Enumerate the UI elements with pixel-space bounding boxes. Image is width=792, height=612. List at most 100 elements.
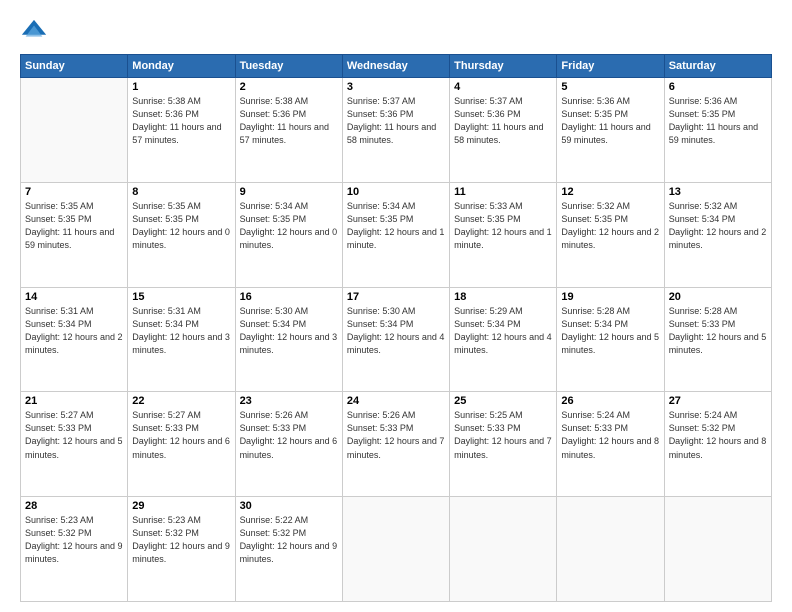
calendar-cell xyxy=(342,497,449,602)
day-number: 28 xyxy=(25,500,123,512)
day-info: Sunrise: 5:27 AMSunset: 5:33 PMDaylight:… xyxy=(25,409,123,461)
day-number: 16 xyxy=(240,291,338,303)
calendar-week-row: 1 Sunrise: 5:38 AMSunset: 5:36 PMDaylight… xyxy=(21,78,772,183)
calendar-cell: 19 Sunrise: 5:28 AMSunset: 5:34 PMDayligh… xyxy=(557,287,664,392)
calendar-cell: 16 Sunrise: 5:30 AMSunset: 5:34 PMDayligh… xyxy=(235,287,342,392)
calendar-cell: 7Sunrise: 5:35 AMSunset: 5:35 PMDaylight… xyxy=(21,182,128,287)
day-number: 5 xyxy=(561,81,659,93)
calendar-week-row: 14 Sunrise: 5:31 AMSunset: 5:34 PMDayligh… xyxy=(21,287,772,392)
calendar-cell: 25 Sunrise: 5:25 AMSunset: 5:33 PMDayligh… xyxy=(450,392,557,497)
weekday-header: Wednesday xyxy=(342,55,449,78)
day-info: Sunrise: 5:31 AMSunset: 5:34 PMDaylight:… xyxy=(132,305,230,357)
day-number: 17 xyxy=(347,291,445,303)
day-number: 8 xyxy=(132,186,230,198)
day-number: 6 xyxy=(669,81,767,93)
day-info: Sunrise: 5:24 AMSunset: 5:33 PMDaylight:… xyxy=(561,409,659,461)
day-number: 27 xyxy=(669,395,767,407)
page: SundayMondayTuesdayWednesdayThursdayFrid… xyxy=(0,0,792,612)
day-info: Sunrise: 5:36 AMSunset: 5:35 PMDaylight:… xyxy=(669,95,767,147)
calendar-cell xyxy=(664,497,771,602)
day-number: 2 xyxy=(240,81,338,93)
day-number: 23 xyxy=(240,395,338,407)
day-number: 19 xyxy=(561,291,659,303)
calendar-header-row: SundayMondayTuesdayWednesdayThursdayFrid… xyxy=(21,55,772,78)
day-number: 26 xyxy=(561,395,659,407)
day-number: 11 xyxy=(454,186,552,198)
weekday-header: Saturday xyxy=(664,55,771,78)
day-number: 30 xyxy=(240,500,338,512)
calendar-cell: 15 Sunrise: 5:31 AMSunset: 5:34 PMDayligh… xyxy=(128,287,235,392)
calendar-cell: 11Sunrise: 5:33 AMSunset: 5:35 PMDayligh… xyxy=(450,182,557,287)
day-info: Sunrise: 5:23 AMSunset: 5:32 PMDaylight:… xyxy=(25,514,123,566)
logo-icon xyxy=(20,18,48,46)
calendar-cell: 12Sunrise: 5:32 AMSunset: 5:35 PMDayligh… xyxy=(557,182,664,287)
day-number: 9 xyxy=(240,186,338,198)
day-number: 4 xyxy=(454,81,552,93)
calendar-cell: 26 Sunrise: 5:24 AMSunset: 5:33 PMDayligh… xyxy=(557,392,664,497)
calendar-cell: 28 Sunrise: 5:23 AMSunset: 5:32 PMDayligh… xyxy=(21,497,128,602)
day-number: 12 xyxy=(561,186,659,198)
calendar-week-row: 28 Sunrise: 5:23 AMSunset: 5:32 PMDayligh… xyxy=(21,497,772,602)
day-info: Sunrise: 5:38 AMSunset: 5:36 PMDaylight:… xyxy=(240,95,338,147)
calendar-week-row: 21Sunrise: 5:27 AMSunset: 5:33 PMDayligh… xyxy=(21,392,772,497)
day-info: Sunrise: 5:24 AMSunset: 5:32 PMDaylight:… xyxy=(669,409,767,461)
calendar-week-row: 7Sunrise: 5:35 AMSunset: 5:35 PMDaylight… xyxy=(21,182,772,287)
calendar-cell: 2 Sunrise: 5:38 AMSunset: 5:36 PMDaylight… xyxy=(235,78,342,183)
day-number: 18 xyxy=(454,291,552,303)
day-number: 25 xyxy=(454,395,552,407)
day-number: 1 xyxy=(132,81,230,93)
calendar-cell: 22 Sunrise: 5:27 AMSunset: 5:33 PMDayligh… xyxy=(128,392,235,497)
day-info: Sunrise: 5:28 AMSunset: 5:33 PMDaylight:… xyxy=(669,305,767,357)
day-info: Sunrise: 5:28 AMSunset: 5:34 PMDaylight:… xyxy=(561,305,659,357)
calendar-cell: 21Sunrise: 5:27 AMSunset: 5:33 PMDayligh… xyxy=(21,392,128,497)
logo xyxy=(20,18,52,46)
calendar-cell: 5 Sunrise: 5:36 AMSunset: 5:35 PMDaylight… xyxy=(557,78,664,183)
weekday-header: Monday xyxy=(128,55,235,78)
day-number: 29 xyxy=(132,500,230,512)
day-info: Sunrise: 5:38 AMSunset: 5:36 PMDaylight:… xyxy=(132,95,230,147)
day-info: Sunrise: 5:29 AMSunset: 5:34 PMDaylight:… xyxy=(454,305,552,357)
day-info: Sunrise: 5:30 AMSunset: 5:34 PMDaylight:… xyxy=(240,305,338,357)
calendar-cell: 14 Sunrise: 5:31 AMSunset: 5:34 PMDayligh… xyxy=(21,287,128,392)
day-info: Sunrise: 5:30 AMSunset: 5:34 PMDaylight:… xyxy=(347,305,445,357)
calendar-cell: 13Sunrise: 5:32 AMSunset: 5:34 PMDayligh… xyxy=(664,182,771,287)
header xyxy=(20,18,772,46)
calendar-cell: 8 Sunrise: 5:35 AMSunset: 5:35 PMDaylight… xyxy=(128,182,235,287)
day-info: Sunrise: 5:26 AMSunset: 5:33 PMDaylight:… xyxy=(347,409,445,461)
day-info: Sunrise: 5:22 AMSunset: 5:32 PMDaylight:… xyxy=(240,514,338,566)
day-info: Sunrise: 5:31 AMSunset: 5:34 PMDaylight:… xyxy=(25,305,123,357)
weekday-header: Sunday xyxy=(21,55,128,78)
calendar-cell: 27 Sunrise: 5:24 AMSunset: 5:32 PMDayligh… xyxy=(664,392,771,497)
day-info: Sunrise: 5:34 AMSunset: 5:35 PMDaylight:… xyxy=(347,200,445,252)
day-info: Sunrise: 5:35 AMSunset: 5:35 PMDaylight:… xyxy=(132,200,230,252)
day-number: 15 xyxy=(132,291,230,303)
day-number: 13 xyxy=(669,186,767,198)
calendar-cell: 17 Sunrise: 5:30 AMSunset: 5:34 PMDayligh… xyxy=(342,287,449,392)
day-info: Sunrise: 5:34 AMSunset: 5:35 PMDaylight:… xyxy=(240,200,338,252)
calendar-cell: 3Sunrise: 5:37 AMSunset: 5:36 PMDaylight… xyxy=(342,78,449,183)
calendar-cell: 23Sunrise: 5:26 AMSunset: 5:33 PMDayligh… xyxy=(235,392,342,497)
weekday-header: Tuesday xyxy=(235,55,342,78)
day-info: Sunrise: 5:23 AMSunset: 5:32 PMDaylight:… xyxy=(132,514,230,566)
day-info: Sunrise: 5:36 AMSunset: 5:35 PMDaylight:… xyxy=(561,95,659,147)
day-number: 24 xyxy=(347,395,445,407)
weekday-header: Friday xyxy=(557,55,664,78)
day-number: 14 xyxy=(25,291,123,303)
day-info: Sunrise: 5:35 AMSunset: 5:35 PMDaylight:… xyxy=(25,200,123,252)
calendar-cell: 1 Sunrise: 5:38 AMSunset: 5:36 PMDaylight… xyxy=(128,78,235,183)
day-info: Sunrise: 5:27 AMSunset: 5:33 PMDaylight:… xyxy=(132,409,230,461)
calendar-cell: 29 Sunrise: 5:23 AMSunset: 5:32 PMDayligh… xyxy=(128,497,235,602)
calendar-cell: 30 Sunrise: 5:22 AMSunset: 5:32 PMDayligh… xyxy=(235,497,342,602)
calendar-cell: 18 Sunrise: 5:29 AMSunset: 5:34 PMDayligh… xyxy=(450,287,557,392)
calendar-cell xyxy=(557,497,664,602)
calendar-cell xyxy=(450,497,557,602)
calendar-cell: 9 Sunrise: 5:34 AMSunset: 5:35 PMDaylight… xyxy=(235,182,342,287)
calendar-cell: 20Sunrise: 5:28 AMSunset: 5:33 PMDayligh… xyxy=(664,287,771,392)
day-number: 22 xyxy=(132,395,230,407)
day-info: Sunrise: 5:37 AMSunset: 5:36 PMDaylight:… xyxy=(454,95,552,147)
calendar-cell: 24 Sunrise: 5:26 AMSunset: 5:33 PMDayligh… xyxy=(342,392,449,497)
calendar-cell: 4 Sunrise: 5:37 AMSunset: 5:36 PMDaylight… xyxy=(450,78,557,183)
day-number: 10 xyxy=(347,186,445,198)
day-info: Sunrise: 5:25 AMSunset: 5:33 PMDaylight:… xyxy=(454,409,552,461)
calendar-table: SundayMondayTuesdayWednesdayThursdayFrid… xyxy=(20,54,772,602)
